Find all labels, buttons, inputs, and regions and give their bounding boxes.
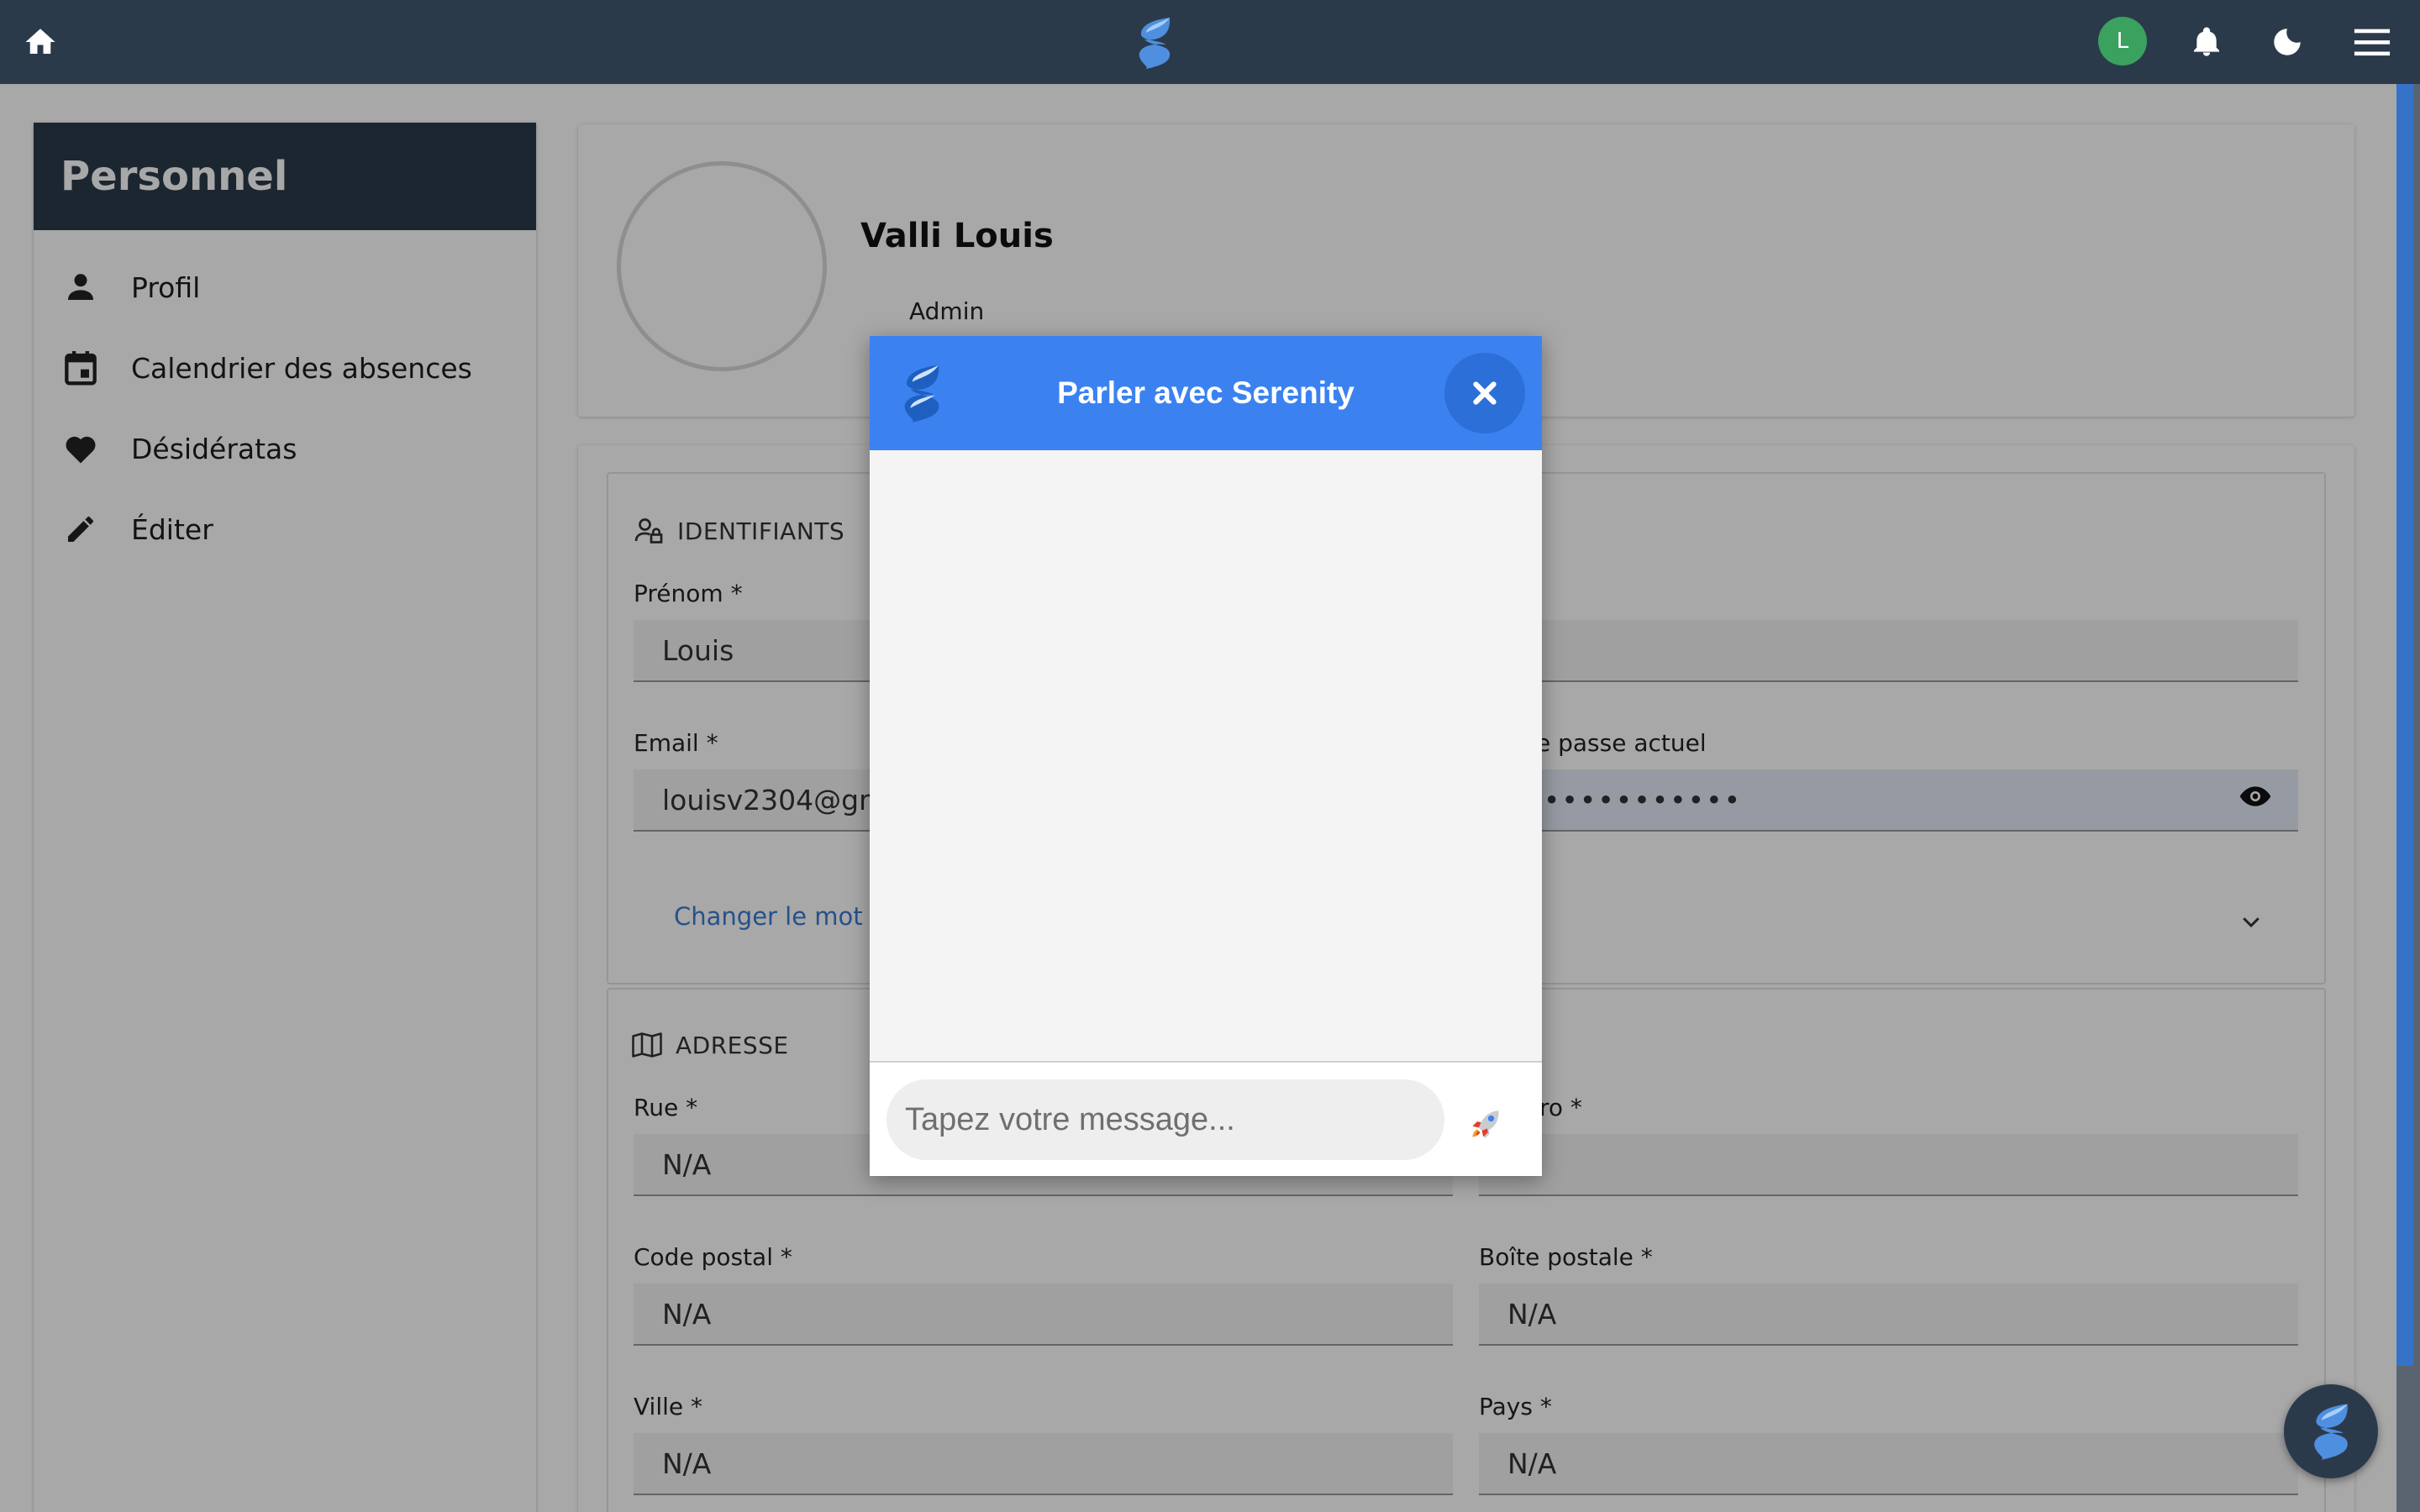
hamburger-menu-icon[interactable] [2349, 18, 2396, 66]
bell-icon[interactable] [2183, 18, 2230, 66]
chat-footer [870, 1061, 1542, 1176]
home-icon[interactable] [17, 18, 64, 66]
chat-title: Parler avec Serenity [1057, 375, 1355, 410]
chat-message-input[interactable] [886, 1079, 1444, 1160]
moon-icon[interactable] [2264, 18, 2311, 66]
serenity-logo-icon[interactable] [1128, 13, 1181, 72]
top-navbar: L [0, 0, 2420, 84]
close-icon[interactable] [1444, 353, 1525, 433]
scrollbar-thumb[interactable] [2396, 84, 2413, 1366]
rocket-icon[interactable] [1465, 1101, 1508, 1145]
serenity-logo-icon [895, 361, 954, 425]
chat-header: Parler avec Serenity [870, 336, 1542, 450]
chat-messages-area[interactable] [870, 450, 1542, 1061]
avatar-letter: L [2116, 29, 2129, 54]
chat-dialog: Parler avec Serenity [870, 336, 1542, 1176]
chat-launcher-button[interactable] [2284, 1384, 2378, 1478]
serenity-logo-icon [2314, 1404, 2348, 1461]
user-avatar[interactable]: L [2098, 17, 2147, 66]
